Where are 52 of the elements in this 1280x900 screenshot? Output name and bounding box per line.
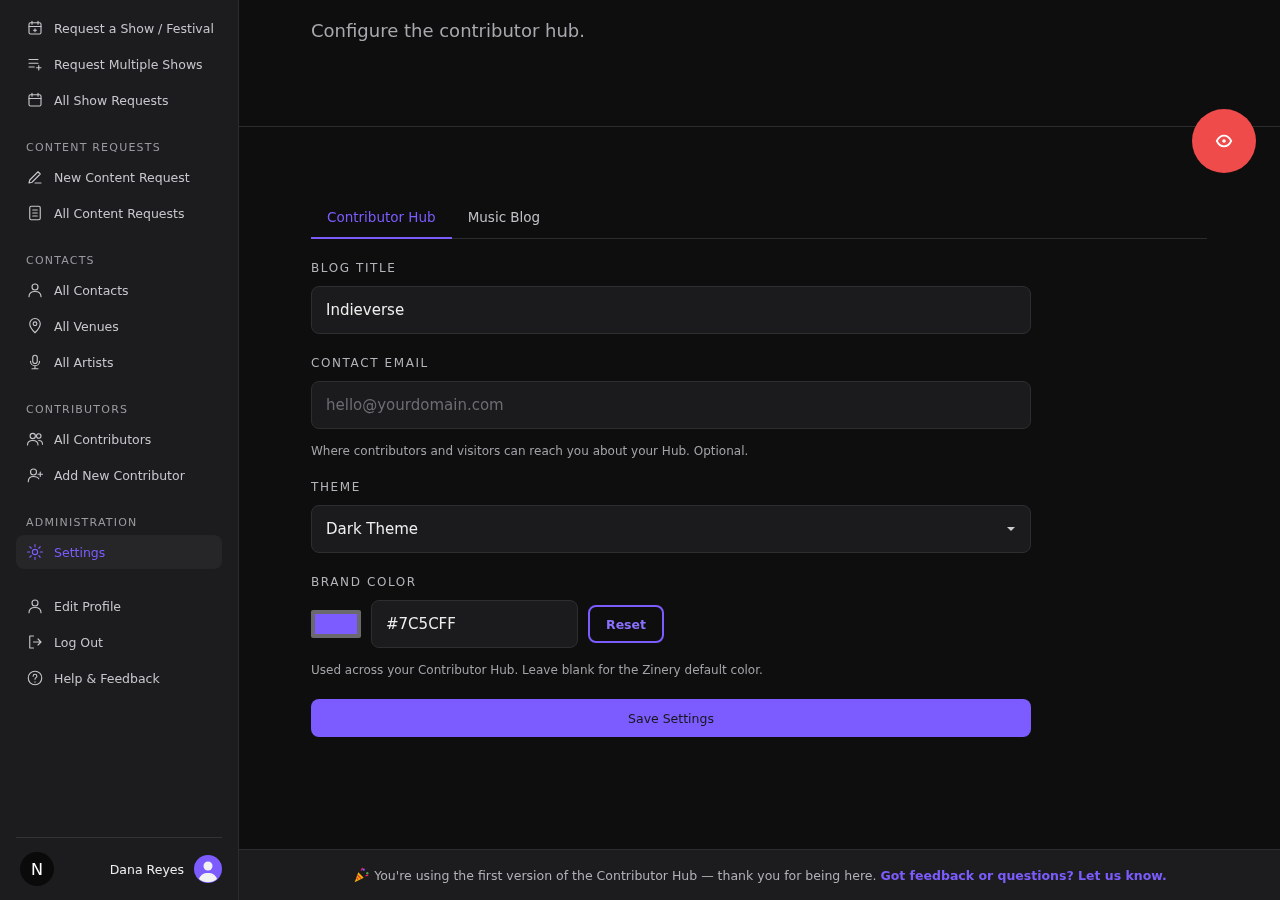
help-icon [26, 669, 44, 687]
document-icon [26, 204, 44, 222]
field-label: BLOG TITLE [311, 261, 398, 275]
person-icon [26, 597, 44, 615]
people-icon [26, 430, 44, 448]
sidebar-item[interactable]: Request a Show / Festival [16, 11, 222, 45]
theme-dropdown[interactable]: Dark Theme [311, 505, 1031, 553]
field-label: CONTACT EMAIL [311, 356, 430, 370]
sidebar-item[interactable]: Request Multiple Shows [16, 47, 222, 81]
sidebar-item[interactable]: Add New Contributor [16, 458, 222, 492]
tab[interactable]: Music Blog [451, 199, 557, 239]
logout-icon [26, 633, 44, 651]
email-field[interactable]: hello@yourdomain.com [311, 381, 1031, 429]
help-text: Where contributors and visitors can reach you about your Hub. Optional. [311, 444, 750, 458]
logo: N [20, 852, 54, 886]
settings-icon [26, 543, 44, 561]
sidebar-item[interactable]: New Content Request [16, 160, 222, 194]
sidebar-item[interactable]: Log Out [16, 625, 222, 659]
help-text: Used across your Contributor Hub. Leave blank for the Zinery default color. [311, 663, 764, 677]
section-heading: CONTACTS [25, 253, 96, 269]
footer-message: You're using the first version of the Contributor Hub — thank you for being here. [374, 867, 877, 883]
user-name: Dana Reyes [109, 861, 184, 877]
field-label: BRAND COLOR [311, 575, 418, 589]
sidebar-item[interactable]: Help & Feedback [16, 661, 222, 695]
field-label: THEME [311, 480, 362, 494]
blog-title-field[interactable]: Indieverse [311, 286, 1031, 334]
page-subtitle: Configure the contributor hub. [311, 20, 586, 41]
reset-button[interactable]: Reset [588, 605, 664, 643]
section-heading: CONTRIBUTORS [25, 402, 130, 418]
avatar-icon[interactable] [194, 855, 222, 883]
calendar-icon [26, 19, 44, 37]
section-heading: ADMINISTRATION [25, 515, 139, 531]
tab[interactable]: Contributor Hub [311, 199, 452, 239]
sidebar-item[interactable]: Edit Profile [16, 589, 222, 623]
sidebar-item[interactable]: All Content Requests [16, 196, 222, 230]
sidebar-item[interactable]: All Venues [16, 309, 222, 343]
location-pin-icon [26, 317, 44, 335]
calendar-icon [26, 91, 44, 109]
color-field[interactable]: #7C5CFF [371, 600, 578, 648]
eye-icon [1215, 132, 1233, 150]
sidebar-item[interactable]: All Artists [16, 345, 222, 379]
person-icon [26, 281, 44, 299]
feedback-link[interactable]: Got feedback or questions? Let us know. [880, 867, 1167, 883]
caret-icon [1006, 526, 1016, 532]
sidebar-item[interactable]: All Contributors [16, 422, 222, 456]
add-person-icon [26, 466, 44, 484]
pencil-icon [26, 168, 44, 186]
sidebar-item[interactable]: All Contacts [16, 273, 222, 307]
section-heading: CONTENT REQUESTS [25, 140, 162, 156]
save-button[interactable]: Save Settings [311, 699, 1031, 737]
sidebar-item[interactable]: All Show Requests [16, 83, 222, 117]
party-popper-icon [352, 866, 371, 884]
